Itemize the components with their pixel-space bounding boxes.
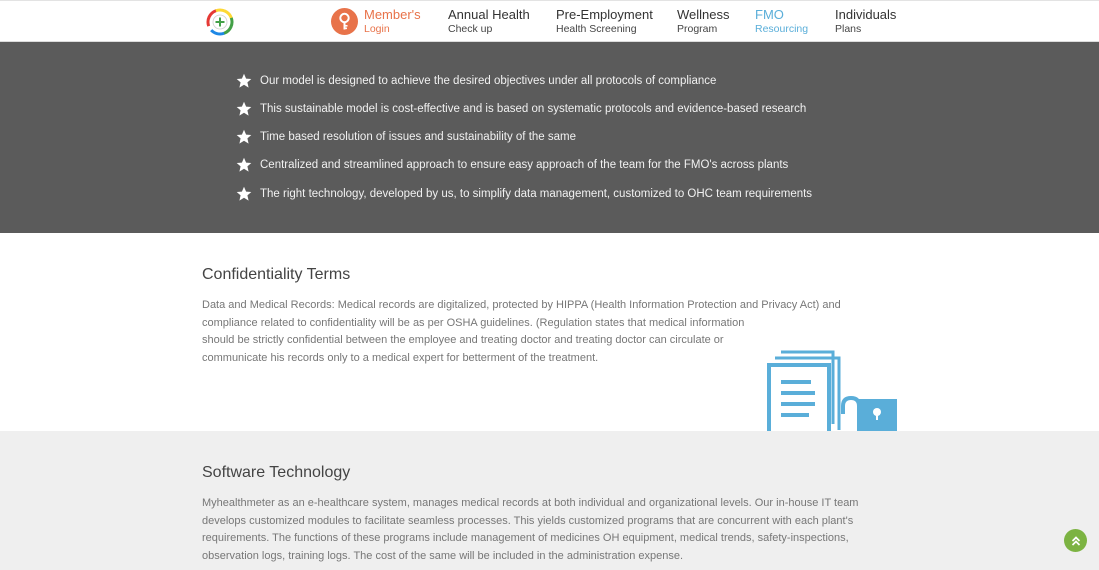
feature-text: Time based resolution of issues and sust…: [260, 131, 576, 143]
feature-text: Our model is designed to achieve the des…: [260, 75, 717, 87]
feature-text: This sustainable model is cost-effective…: [260, 103, 807, 115]
scroll-to-top-button[interactable]: [1064, 529, 1087, 552]
nav-label: FMO: [755, 7, 784, 22]
paragraph-line: Myhealthmeter as an e-healthcare system,…: [202, 497, 859, 509]
feature-bullet: Time based resolution of issues and sust…: [236, 128, 576, 146]
feature-bullet: Our model is designed to achieve the des…: [236, 72, 716, 90]
section-title: Confidentiality Terms: [202, 266, 351, 283]
nav-sublabel: Program: [677, 23, 718, 35]
nav-pre-employment[interactable]: Pre-Employment Health Screening: [556, 7, 653, 36]
nav-label: Pre-Employment: [556, 7, 653, 22]
paragraph-line: requirements. The functions of these pro…: [202, 532, 849, 544]
nav-sublabel: Resourcing: [755, 23, 809, 35]
star-icon: [236, 186, 252, 201]
nav-annual-health[interactable]: Annual Health Check up: [448, 7, 530, 36]
nav-label: Annual Health: [448, 7, 530, 22]
features-section: Our model is designed to achieve the des…: [0, 42, 1099, 233]
star-icon: [236, 101, 252, 116]
nav-sublabel: Check up: [448, 23, 493, 35]
double-chevron-up-icon: [1071, 535, 1080, 546]
nav-fmo[interactable]: FMO Resourcing: [755, 7, 808, 36]
software-paragraph: Myhealthmeter as an e-healthcare system,…: [202, 495, 902, 565]
nav-individuals[interactable]: Individuals Plans: [835, 7, 896, 36]
feature-bullet: The right technology, developed by us, t…: [236, 185, 812, 203]
member-login-icon[interactable]: [331, 8, 358, 35]
nav-member-login[interactable]: Member's Login: [364, 7, 421, 36]
confidentiality-section: Confidentiality Terms Data and Medical R…: [0, 233, 1099, 432]
paragraph-line: should be strictly confidential between …: [202, 334, 724, 346]
feature-text: Centralized and streamlined approach to …: [260, 159, 789, 171]
nav-sublabel: Plans: [835, 23, 862, 35]
nav-label: Individuals: [835, 7, 897, 22]
star-icon: [236, 157, 252, 172]
nav-label: Member's: [364, 7, 421, 22]
software-technology-section: Software Technology Myhealthmeter as an …: [0, 431, 1099, 570]
feature-bullet: This sustainable model is cost-effective…: [236, 100, 806, 118]
logo-icon[interactable]: [206, 8, 234, 36]
section-title: Software Technology: [202, 464, 351, 481]
paragraph-line: develops customized modules to facilitat…: [202, 514, 854, 527]
top-navigation: Member's Login Annual Health Check up Pr…: [0, 0, 1099, 42]
nav-sublabel: Login: [364, 23, 390, 35]
feature-text: The right technology, developed by us, t…: [260, 188, 813, 200]
star-icon: [236, 73, 252, 88]
nav-sublabel: Health Screening: [556, 23, 637, 35]
nav-label: Wellness: [677, 7, 730, 22]
feature-bullet: Centralized and streamlined approach to …: [236, 156, 788, 174]
star-icon: [236, 129, 252, 144]
paragraph-line: Data and Medical Records: Medical record…: [202, 299, 841, 311]
paragraph-line: compliance related to confidentiality wi…: [202, 316, 745, 329]
medical-records-lock-icon: [767, 350, 897, 432]
nav-wellness[interactable]: Wellness Program: [677, 7, 730, 36]
paragraph-line: observation logs, training logs. The cos…: [202, 549, 684, 562]
